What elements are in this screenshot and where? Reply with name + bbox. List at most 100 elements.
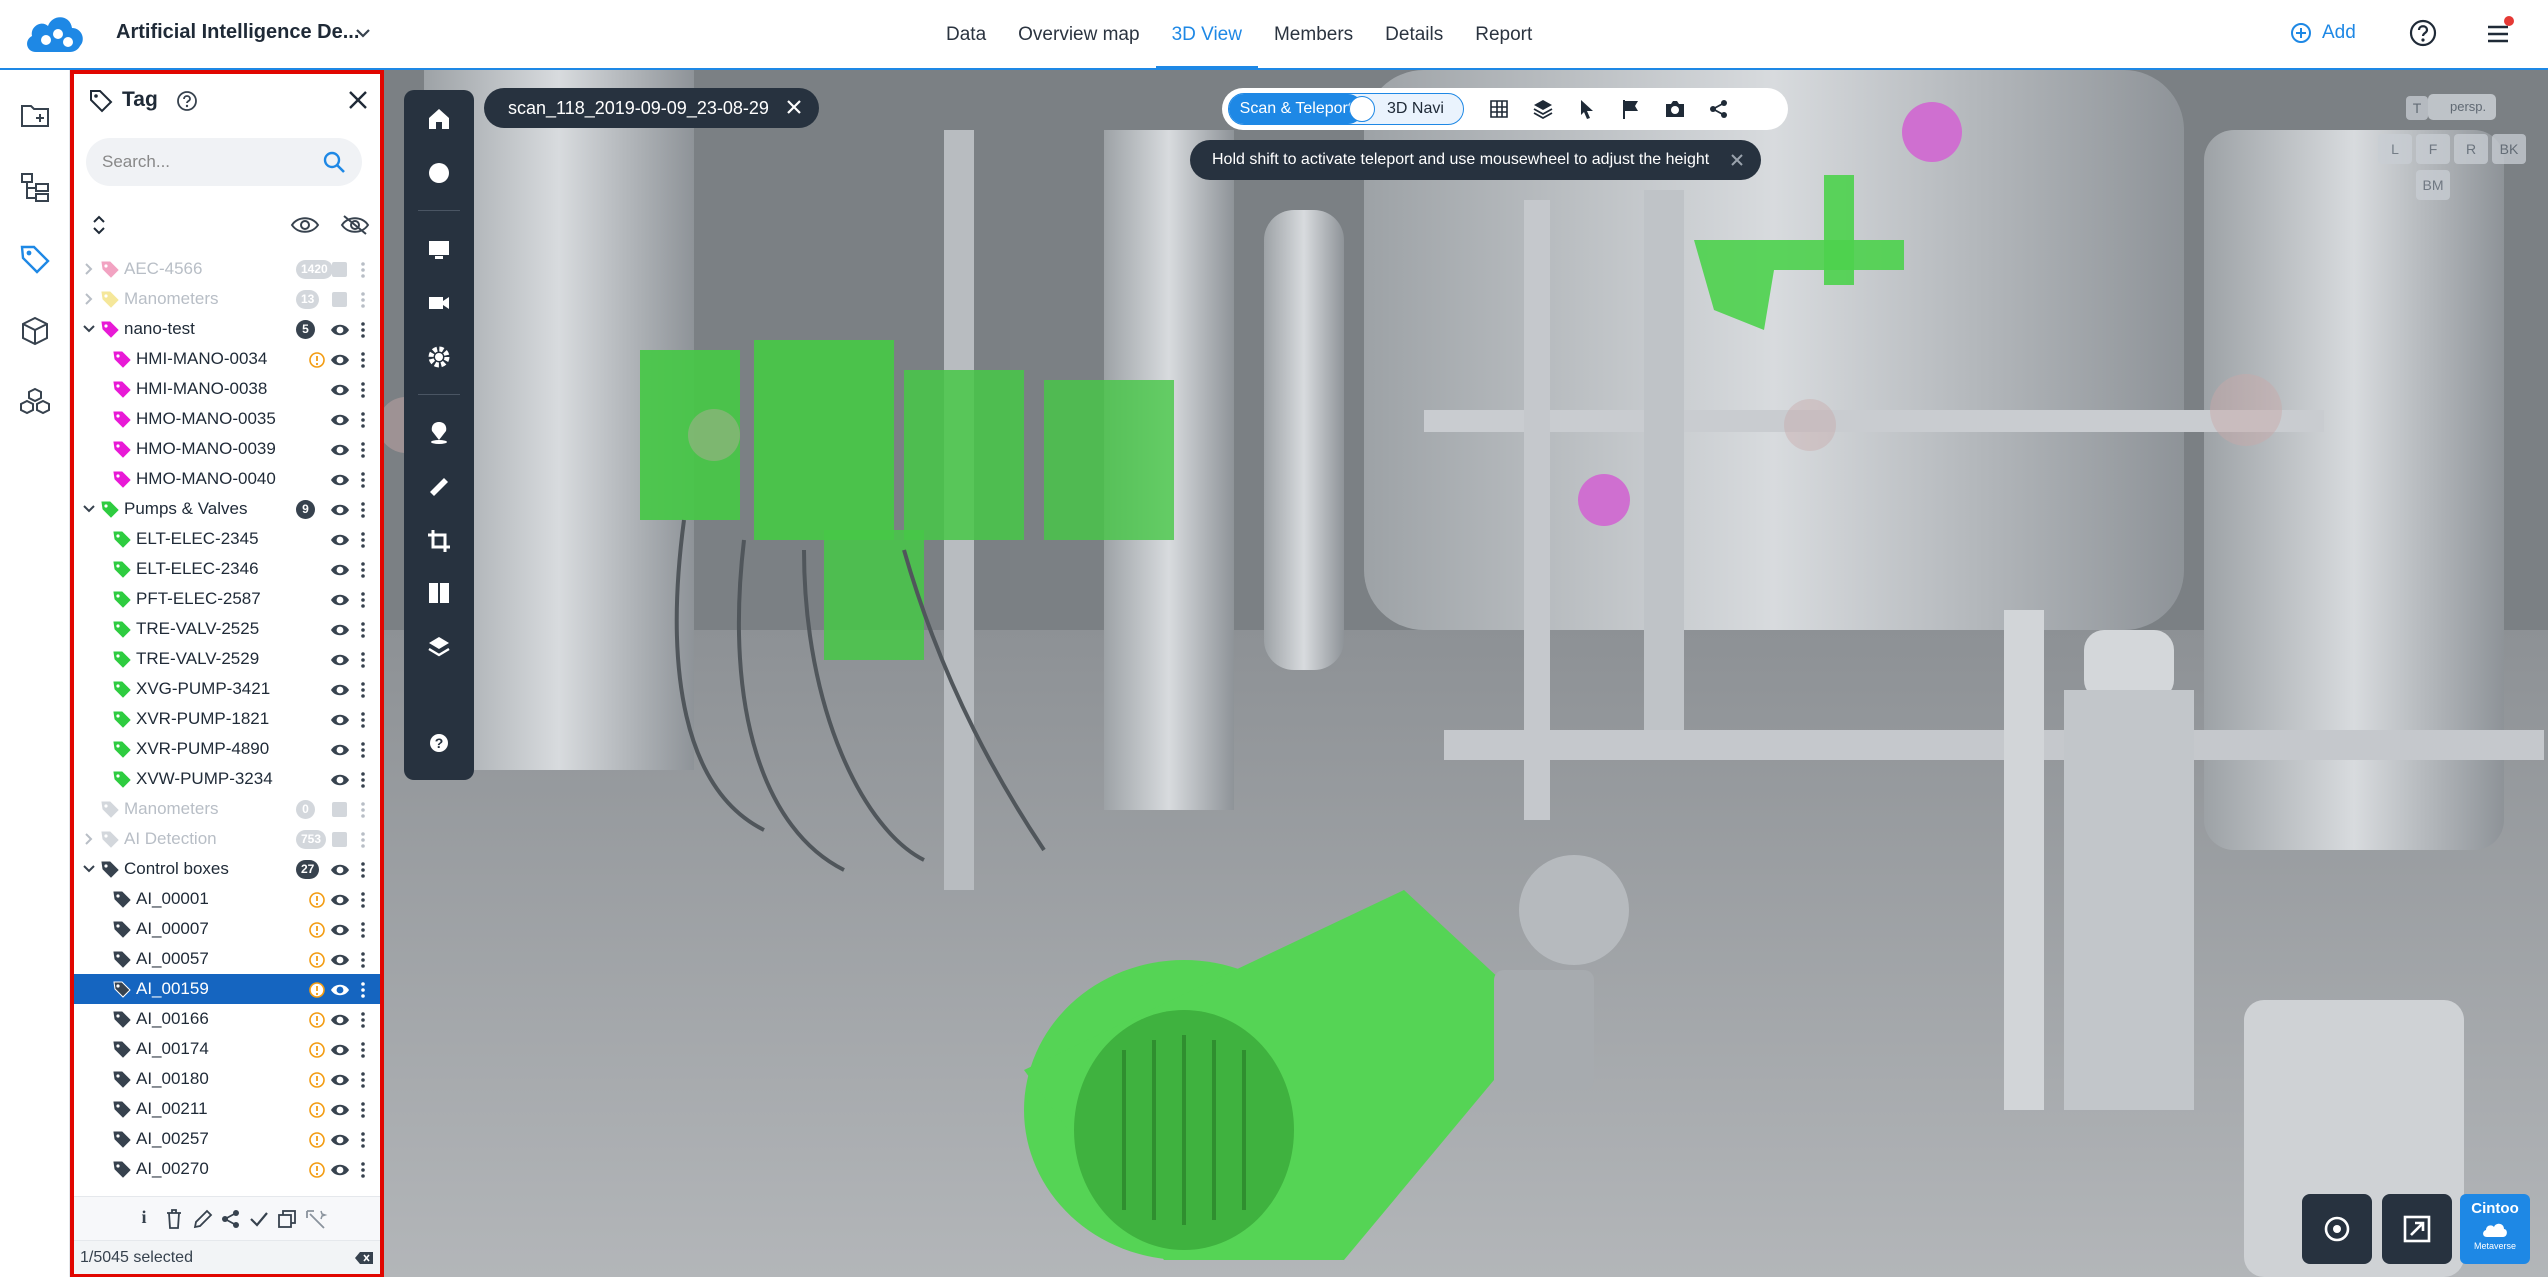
visibility-eye-icon[interactable] (330, 771, 350, 789)
scan-name-chip[interactable]: scan_118_2019-09-09_23-08-29 (484, 88, 819, 128)
tab-details[interactable]: Details (1369, 0, 1459, 70)
more-options-icon[interactable] (360, 320, 366, 340)
more-options-icon[interactable] (360, 830, 366, 850)
more-options-icon[interactable] (360, 590, 366, 610)
warning-icon[interactable] (308, 891, 326, 909)
tag-group[interactable]: nano-test 5 (74, 314, 380, 344)
more-options-icon[interactable] (360, 380, 366, 400)
warning-icon[interactable] (308, 981, 326, 999)
visibility-eye-icon[interactable] (330, 981, 350, 999)
camera-icon[interactable] (426, 290, 452, 316)
3d-viewer[interactable]: ? scan_118_2019-09-09_23-08-29 Scan & Te… (384, 70, 2548, 1277)
view-left[interactable]: L (2378, 134, 2412, 164)
more-options-icon[interactable] (360, 1100, 366, 1120)
share-icon[interactable] (220, 1208, 242, 1230)
camera-icon[interactable] (1664, 98, 1686, 120)
more-options-icon[interactable] (360, 680, 366, 700)
settings-icon[interactable] (426, 344, 452, 370)
tab-overview-map[interactable]: Overview map (1002, 0, 1155, 70)
more-options-icon[interactable] (360, 770, 366, 790)
tag-item[interactable]: AI_00257 (74, 1124, 380, 1154)
tag-item[interactable]: HMO-MANO-0040 (74, 464, 380, 494)
project-title[interactable]: Artificial Intelligence De... (116, 21, 359, 44)
visibility-eye-icon[interactable] (330, 681, 350, 699)
flag-icon[interactable] (1620, 98, 1642, 120)
visibility-eye-icon[interactable] (330, 1101, 350, 1119)
home-icon[interactable] (426, 106, 452, 132)
more-options-icon[interactable] (360, 1130, 366, 1150)
more-options-icon[interactable] (360, 440, 366, 460)
more-options-icon[interactable] (360, 560, 366, 580)
more-options-icon[interactable] (360, 470, 366, 490)
grid-icon[interactable] (1488, 98, 1510, 120)
tag-item[interactable]: AI_00270 (74, 1154, 380, 1184)
copy-icon[interactable] (276, 1208, 298, 1230)
close-icon[interactable] (1729, 152, 1745, 168)
visibility-toggle-disabled[interactable] (332, 262, 347, 277)
visibility-toggle-disabled[interactable] (332, 802, 347, 817)
warning-icon[interactable] (308, 1071, 326, 1089)
view-right[interactable]: R (2454, 134, 2488, 164)
more-options-icon[interactable] (360, 1010, 366, 1030)
info-icon[interactable]: i (134, 1207, 154, 1229)
tab-data[interactable]: Data (930, 0, 1002, 70)
check-icon[interactable] (248, 1208, 270, 1230)
tag-item[interactable]: PFT-ELEC-2587 (74, 584, 380, 614)
warning-icon[interactable] (308, 921, 326, 939)
visibility-toggle-disabled[interactable] (332, 832, 347, 847)
nav-mode-scan-teleport[interactable]: Scan & Teleport (1229, 94, 1363, 124)
visibility-eye-icon[interactable] (330, 1161, 350, 1179)
warning-icon[interactable] (308, 351, 326, 369)
export-icon[interactable] (426, 634, 452, 660)
warning-icon[interactable] (308, 1041, 326, 1059)
tag-item[interactable]: AI_00007 (74, 914, 380, 944)
add-button[interactable]: Add (2290, 18, 2356, 48)
tab-3d-view[interactable]: 3D View (1155, 0, 1259, 71)
nav-mode-3d-navi[interactable]: 3D Navi (1387, 94, 1444, 124)
more-options-icon[interactable] (360, 530, 366, 550)
chevron-right-icon[interactable] (80, 830, 98, 848)
warning-icon[interactable] (308, 1131, 326, 1149)
visibility-eye-icon[interactable] (330, 561, 350, 579)
visibility-eye-icon[interactable] (330, 891, 350, 909)
more-options-icon[interactable] (360, 650, 366, 670)
projection-toggle[interactable]: persp. (2428, 94, 2497, 120)
visibility-eye-icon[interactable] (330, 321, 350, 339)
more-options-icon[interactable] (360, 890, 366, 910)
tag-item[interactable]: ELT-ELEC-2345 (74, 524, 380, 554)
tag-item[interactable]: XVR-PUMP-4890 (74, 734, 380, 764)
visibility-eye-icon[interactable] (330, 441, 350, 459)
close-icon[interactable] (785, 98, 803, 116)
view-bottom[interactable]: BM (2416, 170, 2450, 200)
cubes-icon[interactable] (18, 386, 52, 420)
more-options-icon[interactable] (360, 740, 366, 760)
more-options-icon[interactable] (360, 1070, 366, 1090)
view-front[interactable]: F (2416, 134, 2450, 164)
monitor-icon[interactable] (426, 236, 452, 262)
share-icon[interactable] (1708, 98, 1730, 120)
more-options-icon[interactable] (360, 260, 366, 280)
tag-item[interactable]: XVR-PUMP-1821 (74, 704, 380, 734)
warning-icon[interactable] (308, 951, 326, 969)
more-options-icon[interactable] (360, 290, 366, 310)
more-options-icon[interactable] (360, 800, 366, 820)
chevron-right-icon[interactable] (80, 290, 98, 308)
help-icon[interactable] (2408, 18, 2438, 48)
navigation-mode-toggle[interactable]: Scan & Teleport 3D Navi (1228, 93, 1464, 125)
visibility-eye-icon[interactable] (330, 471, 350, 489)
chevron-down-icon[interactable] (80, 860, 98, 878)
tag-group[interactable]: Manometers 13 (74, 284, 380, 314)
visibility-eye-icon[interactable] (330, 1071, 350, 1089)
view-top[interactable]: T (2406, 96, 2428, 120)
visibility-eye-icon[interactable] (330, 741, 350, 759)
more-options-icon[interactable] (360, 500, 366, 520)
visibility-eye-icon[interactable] (330, 1131, 350, 1149)
cube-icon[interactable] (18, 314, 52, 348)
warning-icon[interactable] (308, 1161, 326, 1179)
sphere-icon[interactable] (426, 160, 452, 186)
tag-icon[interactable] (18, 242, 52, 276)
more-options-icon[interactable] (360, 980, 366, 1000)
close-icon[interactable] (346, 88, 370, 112)
visibility-eye-icon[interactable] (330, 501, 350, 519)
help-icon[interactable] (176, 90, 198, 112)
